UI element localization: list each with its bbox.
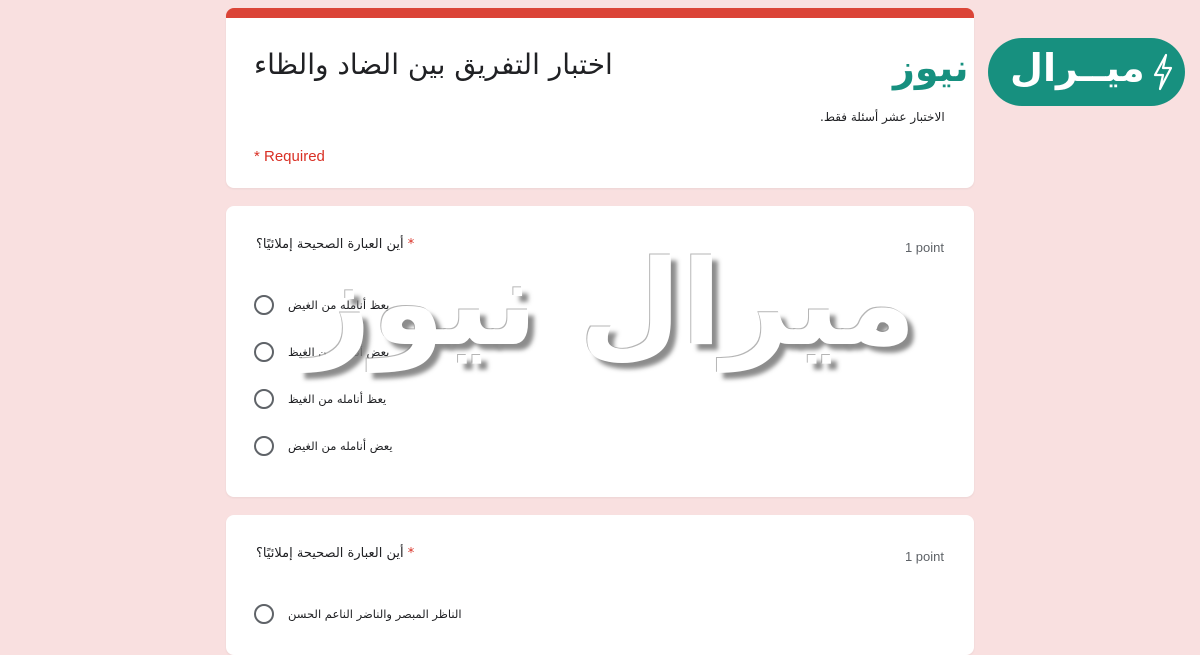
required-note: * Required <box>254 148 325 165</box>
radio-option[interactable]: يعض أنامله من الغيض <box>254 434 393 458</box>
logo-word: نيوز <box>893 46 969 90</box>
question-points: 1 point <box>904 240 944 255</box>
radio-button[interactable] <box>254 389 274 409</box>
form-description: الاختبار عشر أسئلة فقط. <box>820 110 945 124</box>
option-label: يعض أنامله من الغيض <box>288 439 393 453</box>
required-star: * <box>407 237 415 252</box>
site-logo: ميــرال نيوز <box>893 38 1185 106</box>
radio-button[interactable] <box>254 436 274 456</box>
question-text: أين العبارة الصحيحة إملائيًا؟ <box>256 546 404 561</box>
radio-option[interactable]: يعظ أنامله من الغيض <box>254 293 389 317</box>
question-card: * أين العبارة الصحيحة إملائيًا؟ 1 point … <box>226 515 974 655</box>
form-title: اختبار التفريق بين الضاد والظاء <box>254 48 613 81</box>
question-points: 1 point <box>904 549 944 564</box>
option-label: يعظ أنامله من الغيض <box>288 298 390 312</box>
radio-button[interactable] <box>254 342 274 362</box>
option-label: يعض أنامله من الغيظ <box>288 345 390 359</box>
radio-button[interactable] <box>254 604 274 624</box>
radio-option[interactable]: يعظ أنامله من الغيظ <box>254 387 386 411</box>
radio-option[interactable]: يعض أنامله من الغيظ <box>254 340 389 364</box>
logo-pill-text: ميــرال <box>1010 46 1145 90</box>
required-star: * <box>407 546 415 561</box>
question-text: أين العبارة الصحيحة إملائيًا؟ <box>256 237 404 252</box>
option-label: يعظ أنامله من الغيظ <box>288 392 387 406</box>
lightning-icon <box>1153 53 1173 91</box>
logo-pill: ميــرال <box>988 38 1185 106</box>
question-card: * أين العبارة الصحيحة إملائيًا؟ 1 point … <box>226 206 974 497</box>
radio-option[interactable]: الناظر المبصر والناضر الناعم الحسن <box>254 602 462 626</box>
question-title: * أين العبارة الصحيحة إملائيًا؟ <box>256 237 414 252</box>
form-header-card: اختبار التفريق بين الضاد والظاء الاختبار… <box>226 8 974 188</box>
radio-button[interactable] <box>254 295 274 315</box>
option-label: الناظر المبصر والناضر الناعم الحسن <box>288 607 462 621</box>
question-title: * أين العبارة الصحيحة إملائيًا؟ <box>256 546 414 561</box>
